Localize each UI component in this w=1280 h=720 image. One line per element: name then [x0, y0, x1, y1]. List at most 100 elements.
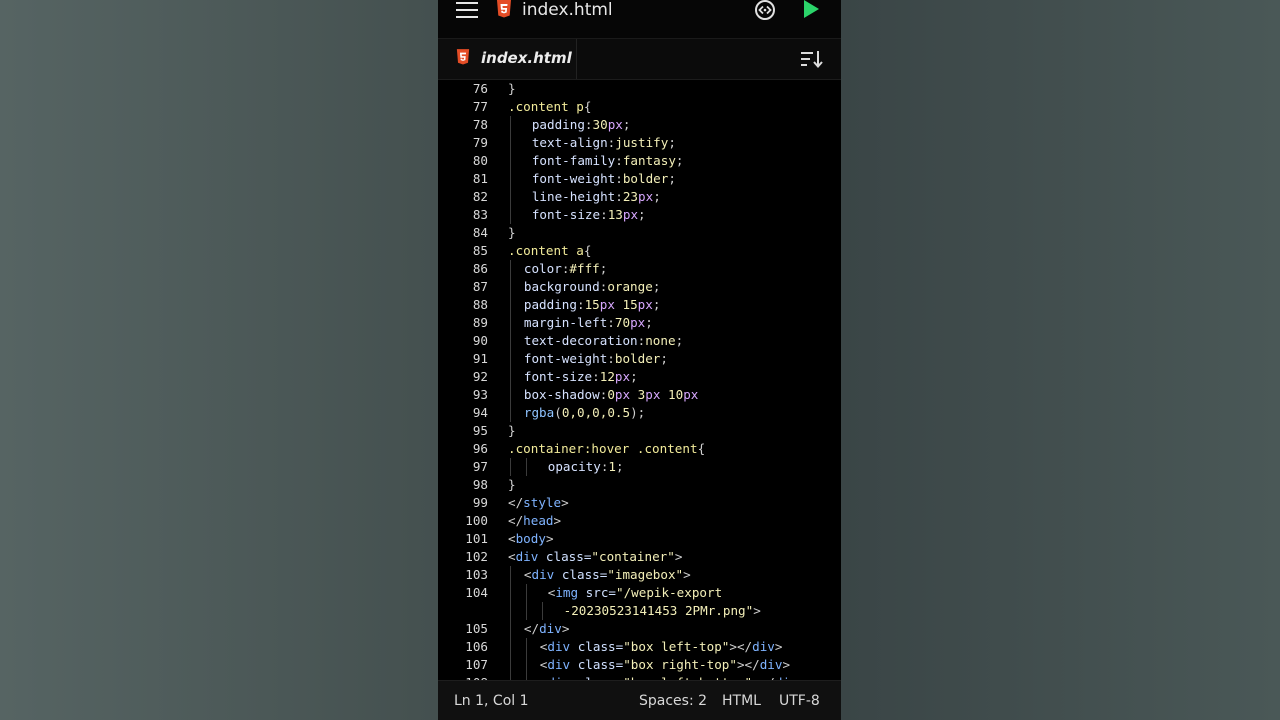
code-line[interactable]: 77 .content p{ [438, 98, 841, 116]
code-line[interactable]: 101 <body> [438, 530, 841, 548]
code-token: ; [660, 351, 668, 366]
code-line[interactable]: 97 opacity:1; [438, 458, 841, 476]
code-line[interactable]: 84} [438, 224, 841, 242]
line-number: 105 [465, 621, 488, 636]
line-number: 86 [472, 261, 488, 276]
code-token: px [622, 207, 639, 222]
code-token: 12 [599, 369, 615, 384]
code-line[interactable]: 107 <div class="box right-top"></div> [438, 656, 841, 674]
line-number: 84 [472, 225, 488, 240]
code-token: font-weight [531, 171, 616, 186]
code-token: opacity [547, 459, 601, 474]
code-line[interactable]: 79 text-align:justify; [438, 134, 841, 152]
code-token: : [576, 297, 585, 312]
file-encoding[interactable]: UTF-8 [779, 692, 820, 710]
code-line[interactable]: 106 <div class="box left-top"></div> [438, 638, 841, 656]
code-token: .container:hover .content [508, 441, 698, 456]
line-number: 92 [472, 369, 488, 384]
code-token: : [607, 351, 615, 366]
code-token: px [630, 315, 646, 330]
code-line[interactable]: 93 box-shadow:0px 3px 10px [438, 386, 841, 404]
code-line[interactable]: 81 font-weight:bolder; [438, 170, 841, 188]
code-line[interactable]: 80 font-family:fantasy; [438, 152, 841, 170]
code-token: "imagebox" [607, 567, 684, 582]
sort-icon[interactable] [801, 50, 823, 68]
code-line[interactable]: 76} [438, 80, 841, 98]
code-token: body [515, 531, 546, 546]
code-line[interactable]: 85 .content a{ [438, 242, 841, 260]
indent-guide [510, 152, 511, 170]
code-text: font-family:fantasy; [532, 152, 684, 170]
code-line[interactable]: 82 line-height:23px; [438, 188, 841, 206]
code-area[interactable]: 76} 77 .content p{78 padding:30px; 79 text-al… [438, 80, 841, 680]
code-token: px [683, 387, 699, 402]
code-text: text-decoration:none; [524, 332, 683, 350]
code-text: <div class="container"> [508, 548, 682, 566]
code-token: justify [615, 135, 669, 150]
code-line[interactable]: 83 font-size:13px; [438, 206, 841, 224]
line-number: 107 [465, 657, 488, 672]
code-token: > [545, 531, 554, 546]
code-token: px [614, 369, 631, 384]
code-text: } [508, 224, 516, 242]
run-icon[interactable] [803, 0, 819, 18]
code-token: div [752, 639, 775, 654]
code-text: padding:15px 15px; [524, 296, 661, 314]
code-line[interactable]: 91 font-weight:bolder; [438, 350, 841, 368]
code-line[interactable]: 96 .container:hover .content{ [438, 440, 841, 458]
code-token: ( [554, 405, 562, 420]
code-token: text-decoration [523, 333, 638, 348]
code-line[interactable]: 78 padding:30px; [438, 116, 841, 134]
code-token: img [555, 585, 579, 600]
indent-guide [510, 260, 511, 278]
code-line[interactable]: 90 text-decoration:none; [438, 332, 841, 350]
code-token: rgba [523, 405, 555, 420]
code-line[interactable]: 94 rgba(0,0,0,0.5); [438, 404, 841, 422]
code-text: } [508, 422, 516, 440]
indent-guide [510, 404, 511, 422]
code-token: : [607, 315, 615, 330]
indent-guide [525, 602, 527, 620]
cursor-position[interactable]: Ln 1, Col 1 [454, 692, 529, 710]
preview-icon[interactable] [754, 0, 776, 21]
indent-guide [525, 638, 527, 656]
language-mode[interactable]: HTML [722, 692, 761, 710]
code-line[interactable]: 89 margin-left:70px; [438, 314, 841, 332]
indent-setting[interactable]: Spaces: 2 [639, 692, 707, 710]
code-line[interactable]: 98} [438, 476, 841, 494]
code-token: ; [638, 207, 646, 222]
tab-index-html[interactable]: index.html [438, 39, 577, 79]
code-text: <div class="box left-top"></div> [540, 638, 783, 656]
code-token: .content p [508, 99, 584, 114]
code-line[interactable]: 105 </div> [438, 620, 841, 638]
code-token: div [531, 567, 555, 582]
code-token: font-family [531, 153, 616, 168]
code-line[interactable]: 100 </head> [438, 512, 841, 530]
code-token: div [759, 657, 783, 672]
code-text: margin-left:70px; [524, 314, 653, 332]
code-token: : [615, 189, 623, 204]
top-app-bar: index.html [438, 0, 841, 39]
code-line[interactable]: 92 font-size:12px; [438, 368, 841, 386]
code-line[interactable]: 95} [438, 422, 841, 440]
line-number: 77 [472, 99, 488, 114]
tab-label: index.html [481, 49, 572, 67]
line-number: 104 [465, 585, 488, 600]
code-token: class= [570, 657, 624, 672]
code-line[interactable]: 102 <div class="container"> [438, 548, 841, 566]
code-line[interactable]: 103 <div class="imagebox"> [438, 566, 841, 584]
code-line[interactable]: 99 </style> [438, 494, 841, 512]
code-line[interactable]: 87 background:orange; [438, 278, 841, 296]
code-text: .content a{ [508, 242, 591, 260]
code-line[interactable]: 104 <img src="/wepik-export [438, 584, 841, 602]
line-number: 103 [465, 567, 488, 582]
code-line[interactable]: 88 padding:15px 15px; [438, 296, 841, 314]
code-token: ; [675, 153, 684, 168]
menu-icon[interactable] [456, 1, 478, 21]
code-line[interactable]: -20230523141453 2PMr.png"> [438, 602, 841, 620]
code-line[interactable]: 86 color:#fff; [438, 260, 841, 278]
code-text: -20230523141453 2PMr.png"> [564, 602, 761, 620]
code-text: } [508, 476, 516, 494]
